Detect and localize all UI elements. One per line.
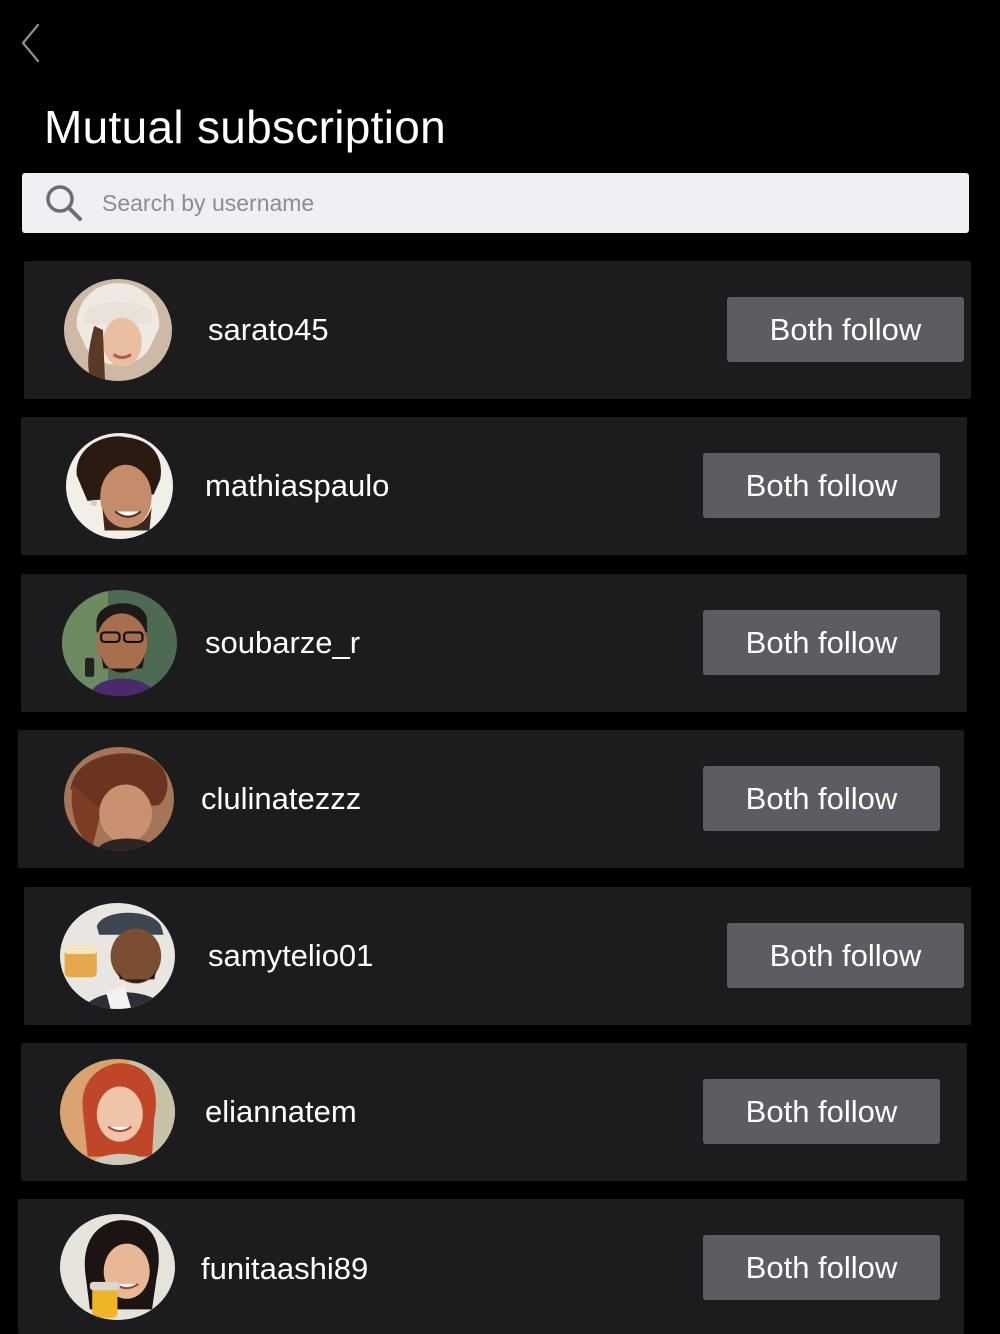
search-input[interactable]	[102, 173, 969, 233]
avatar	[60, 1059, 175, 1165]
avatar	[60, 903, 175, 1009]
avatar	[66, 433, 173, 539]
avatar	[60, 1214, 175, 1320]
list-item[interactable]: sarato45 Both follow	[24, 261, 971, 399]
both-follow-button[interactable]: Both follow	[727, 297, 964, 362]
page-title: Mutual subscription	[44, 101, 447, 153]
username: clulinatezzz	[201, 781, 362, 816]
list-item[interactable]: soubarze_r Both follow	[21, 574, 967, 712]
search-bar[interactable]	[22, 173, 969, 233]
username: mathiaspaulo	[205, 468, 390, 503]
both-follow-button[interactable]: Both follow	[703, 610, 940, 675]
mutual-subscription-screen: Mutual subscription sarato45 Both follow	[0, 0, 1000, 1334]
list-item[interactable]: eliannatem Both follow	[21, 1043, 967, 1181]
both-follow-button[interactable]: Both follow	[727, 923, 964, 988]
username: sarato45	[208, 312, 329, 347]
avatar	[64, 747, 174, 851]
search-icon	[22, 173, 102, 233]
list-item[interactable]: mathiaspaulo Both follow	[21, 417, 967, 555]
back-button[interactable]	[12, 20, 48, 66]
list-item[interactable]: clulinatezzz Both follow	[18, 730, 964, 868]
avatar	[62, 590, 177, 696]
both-follow-button[interactable]: Both follow	[703, 1079, 940, 1144]
username: funitaashi89	[201, 1251, 369, 1286]
avatar	[64, 279, 172, 381]
username: soubarze_r	[205, 625, 361, 660]
chevron-left-icon	[21, 23, 40, 63]
both-follow-button[interactable]: Both follow	[703, 453, 940, 518]
list-item[interactable]: funitaashi89 Both follow	[18, 1199, 964, 1334]
username: eliannatem	[205, 1094, 357, 1129]
list-item[interactable]: samytelio01 Both follow	[24, 887, 971, 1025]
both-follow-button[interactable]: Both follow	[703, 1235, 940, 1300]
both-follow-button[interactable]: Both follow	[703, 766, 940, 831]
username: samytelio01	[208, 938, 374, 973]
